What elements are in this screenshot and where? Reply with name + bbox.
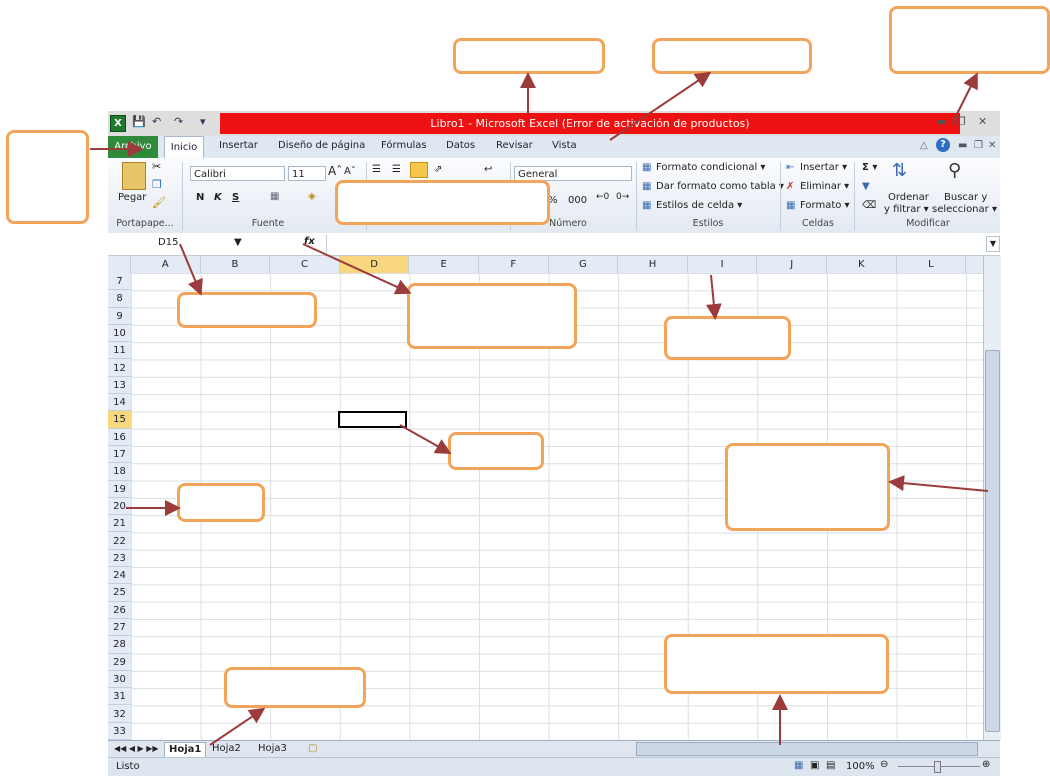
annotation-arrows [90, 71, 989, 746]
arrow-window-controls [951, 72, 978, 125]
arrow-column-header [705, 274, 722, 320]
arrow-ribbon-tabs [609, 71, 712, 141]
arrow-formula-bar [302, 243, 412, 295]
arrow-active-cell [399, 424, 452, 454]
arrow-sheet-tabs [209, 707, 266, 746]
arrow-name-box [179, 243, 203, 296]
arrow-scrollbar [888, 475, 989, 492]
